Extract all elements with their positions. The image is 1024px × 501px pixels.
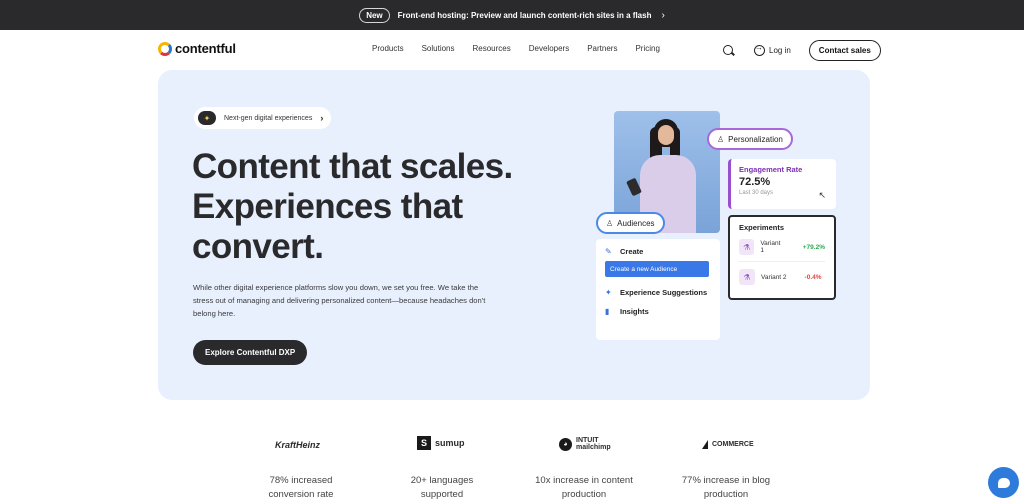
cursor-icon: ↖ (818, 190, 826, 200)
stat-line: 20+ languages (410, 475, 474, 486)
next-gen-pill[interactable]: ✦ Next-gen digital experiences › (194, 107, 332, 129)
audiences-label: Audiences (617, 218, 655, 228)
flask-icon: ⚗ (739, 239, 755, 255)
stat-line: supported (420, 489, 464, 500)
sparkle-icon: ✦ (605, 288, 612, 297)
nav-item-developers[interactable]: Developers (529, 44, 569, 53)
announcement-bar[interactable]: New Front-end hosting: Preview and launc… (0, 0, 1024, 30)
announcement-message[interactable]: Front-end hosting: Preview and launch co… (398, 11, 652, 20)
mailchimp-logo: ◕ INTUIT mailchimp (559, 437, 611, 451)
stat-item: 20+ languages supported (382, 474, 502, 501)
top-nav: contentful Products Solutions Resources … (0, 30, 1024, 70)
heading-line-2: Experiences that (192, 187, 463, 226)
hero-heading: Content that scales. Experiences that co… (192, 147, 552, 267)
stat-item: 78% increased conversion rate (241, 474, 361, 501)
variant-row: ⚗ Variant 1 +79.2% (739, 239, 825, 255)
chevron-right-icon: › (320, 113, 324, 123)
mailchimp-mark-icon: ◕ (559, 437, 572, 451)
main-menu: Products Solutions Resources Developers … (372, 44, 678, 53)
heading-line-1: Content that scales. (192, 147, 513, 186)
engagement-title: Engagement Rate (739, 165, 803, 174)
stat-line: 10x increase in content (535, 475, 633, 486)
flask-icon: ⚗ (739, 269, 755, 285)
bigcommerce-mark-icon (702, 440, 708, 449)
pill-label: Next-gen digital experiences (224, 114, 313, 122)
insights-action: ▮ Insights (605, 307, 711, 316)
logo-wordmark: contentful (175, 41, 236, 56)
new-badge: New (359, 7, 390, 23)
experience-suggestions-action: ✦ Experience Suggestions (605, 288, 711, 297)
person-icon: ♙ (606, 218, 614, 228)
engagement-period: Last 30 days (739, 190, 774, 196)
sparkle-icon: ✦ (198, 111, 216, 125)
contentful-logo-icon (158, 41, 172, 56)
stat-item: 77% increase in blog production (666, 474, 786, 501)
chevron-right-icon: › (661, 9, 665, 21)
mailchimp-wordmark: mailchimp (576, 444, 611, 451)
kraftheinz-logo: KraftHeinz (275, 440, 321, 450)
nav-item-solutions[interactable]: Solutions (422, 44, 455, 53)
divider (739, 261, 825, 262)
stat-item: 10x increase in content production (524, 474, 644, 501)
nav-item-products[interactable]: Products (372, 44, 404, 53)
nav-item-pricing[interactable]: Pricing (635, 44, 659, 53)
hero-section: ✦ Next-gen digital experiences › Content… (158, 70, 870, 400)
personalization-label: Personalization (728, 134, 783, 144)
stat-line: conversion rate (268, 489, 334, 500)
bar-chart-icon: ▮ (605, 307, 610, 316)
login-link[interactable]: Log in (754, 43, 791, 56)
variant-change: -0.4% (804, 273, 822, 281)
pencil-icon: ✎ (605, 247, 612, 256)
stat-line: production (703, 489, 749, 500)
nav-item-resources[interactable]: Resources (473, 44, 511, 53)
variant-row: ⚗ Variant 2 -0.4% (739, 269, 825, 285)
explore-dxp-button[interactable]: Explore Contentful DXP (193, 340, 308, 365)
create-new-audience-button: Create a new Audience (605, 261, 709, 277)
create-action: ✎ Create (605, 247, 711, 256)
stat-line: 78% increased (269, 475, 333, 486)
variant-name: Variant 2 (761, 273, 787, 281)
person-icon: ♙ (717, 134, 725, 144)
contact-sales-button[interactable]: Contact sales (808, 40, 881, 61)
bigcommerce-wordmark: COMMERCE (712, 441, 754, 448)
sumup-wordmark: sumup (435, 438, 465, 448)
login-label: Log in (769, 46, 791, 55)
bigcommerce-logo: COMMERCE (702, 440, 754, 449)
variant-name: Variant 1 (760, 240, 781, 254)
personalization-tag: ♙ Personalization (707, 128, 793, 150)
stat-line: 77% increase in blog (681, 475, 771, 486)
variant-change: +79.2% (802, 243, 825, 251)
engagement-rate-card: Engagement Rate 72.5% Last 30 days ↖ (728, 159, 836, 209)
chat-launcher-button[interactable] (988, 467, 1019, 498)
contentful-logo[interactable]: contentful (158, 41, 236, 56)
create-label: Create (620, 247, 644, 256)
suggestions-label: Experience Suggestions (620, 288, 708, 297)
nav-actions: Log in Contact sales (722, 40, 881, 61)
nav-item-partners[interactable]: Partners (587, 44, 617, 53)
stat-line: production (561, 489, 607, 500)
audiences-tag: ♙ Audiences (596, 212, 665, 234)
experiments-card: Experiments ⚗ Variant 1 +79.2% ⚗ Variant… (728, 215, 836, 300)
login-icon (754, 43, 765, 56)
sumup-logo: S sumup (417, 436, 465, 450)
experiments-title: Experiments (739, 223, 785, 232)
search-icon[interactable] (722, 44, 736, 58)
hero-subtext: While other digital experience platforms… (193, 283, 486, 318)
engagement-value: 72.5% (739, 176, 771, 188)
insights-label: Insights (620, 307, 649, 316)
intuit-text: INTUIT (576, 437, 599, 444)
sumup-mark-icon: S (417, 436, 431, 450)
chat-bubble-icon (997, 477, 1010, 488)
heading-line-3: convert. (192, 227, 324, 266)
actions-card: ✎ Create Create a new Audience ✦ Experie… (596, 239, 720, 340)
